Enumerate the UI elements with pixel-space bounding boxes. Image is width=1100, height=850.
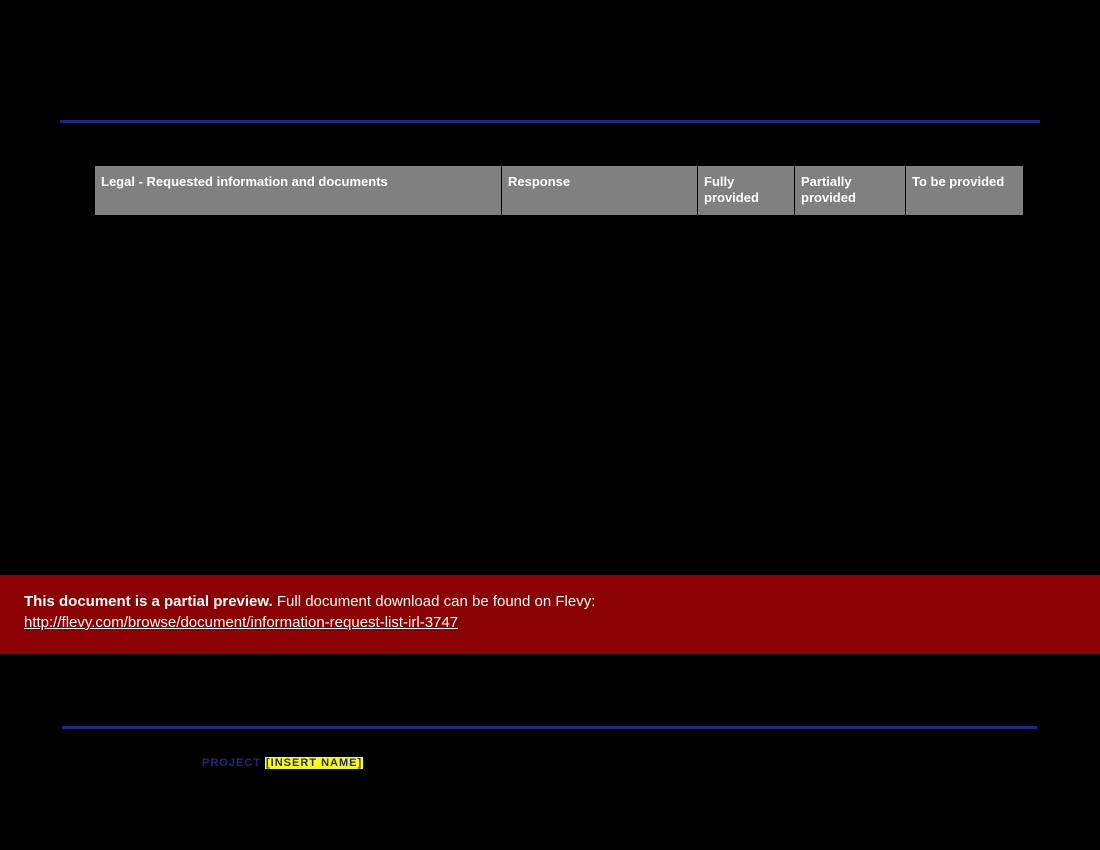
divider-top: [60, 120, 1040, 123]
column-header-response: Response: [502, 166, 698, 215]
column-header-requested: Legal - Requested information and docume…: [95, 166, 502, 215]
column-header-fully-provided: Fully provided: [698, 166, 795, 215]
project-placeholder: [INSERT NAME]: [265, 757, 363, 769]
preview-banner-bold: This document is a partial preview.: [24, 593, 273, 610]
project-label: PROJECT: [202, 757, 265, 769]
column-header-to-be-provided: To be provided: [906, 166, 1023, 215]
preview-banner: This document is a partial preview. Full…: [0, 575, 1100, 654]
document-canvas: Legal - Requested information and docume…: [0, 0, 1100, 850]
preview-banner-line1: This document is a partial preview. Full…: [24, 593, 1076, 610]
column-header-partially-provided: Partially provided: [795, 166, 906, 215]
preview-banner-link[interactable]: http://flevy.com/browse/document/informa…: [24, 614, 458, 631]
preview-banner-line2: http://flevy.com/browse/document/informa…: [24, 614, 1076, 631]
table-header-row: Legal - Requested information and docume…: [95, 166, 1023, 215]
preview-banner-rest: Full document download can be found on F…: [273, 593, 596, 610]
project-line: PROJECT [INSERT NAME]: [202, 757, 363, 769]
divider-bottom: [62, 726, 1037, 729]
